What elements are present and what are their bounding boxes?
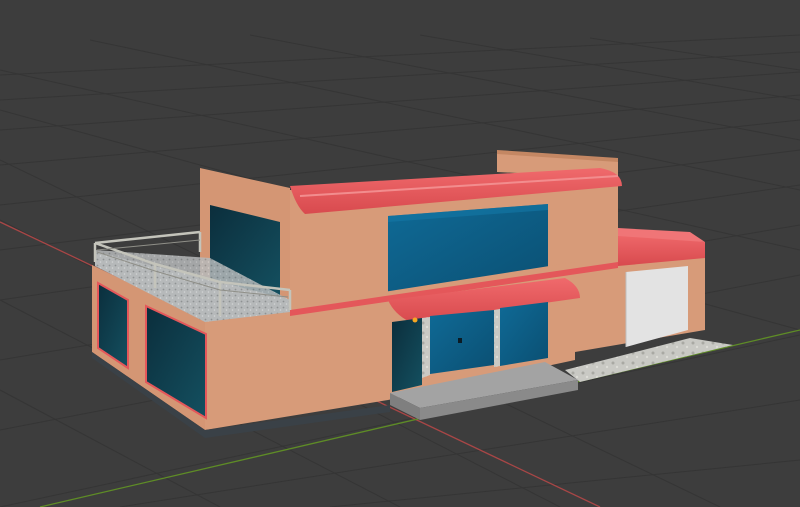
entrance-right-glass xyxy=(500,302,548,366)
3d-viewport[interactable] xyxy=(0,0,800,507)
viewport-canvas[interactable] xyxy=(0,0,800,507)
door-handle xyxy=(458,338,462,343)
object-origin-point[interactable] xyxy=(412,317,418,323)
entrance-left-glass xyxy=(392,318,422,392)
garage-door xyxy=(626,266,688,347)
entrance-stone-pillar xyxy=(422,317,430,378)
house-model[interactable] xyxy=(92,150,733,438)
